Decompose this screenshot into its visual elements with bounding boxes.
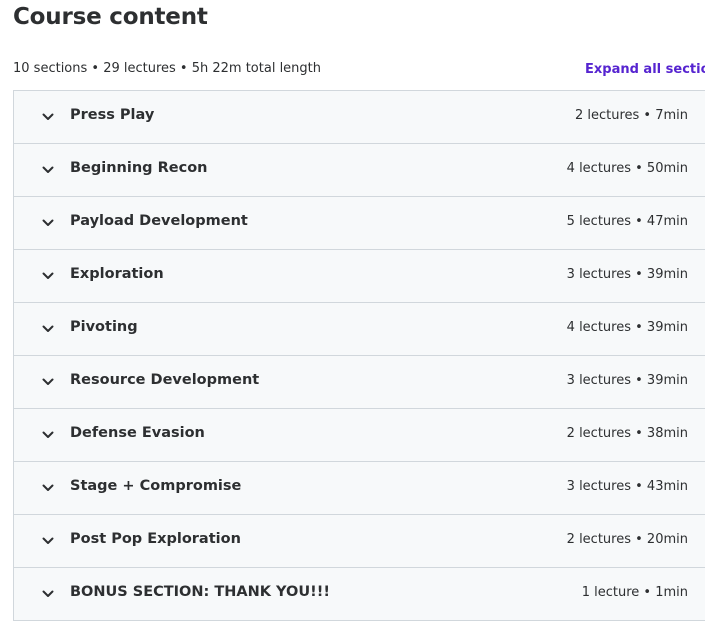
page-title: Course content (13, 4, 208, 30)
chevron-down-icon (42, 537, 54, 544)
chevron-down-icon (42, 378, 54, 385)
section-title: Post Pop Exploration (70, 531, 241, 547)
expand-all-sections-button[interactable]: Expand all section (585, 62, 705, 77)
section-title: Defense Evasion (70, 425, 205, 441)
section-title: Pivoting (70, 319, 138, 335)
chevron-down-icon (42, 113, 54, 120)
section-info: 3 lectures • 43min (566, 479, 688, 494)
chevron-down-icon (42, 325, 54, 332)
section-info: 4 lectures • 50min (566, 161, 688, 176)
chevron-down-icon (42, 431, 54, 438)
section-info: 4 lectures • 39min (566, 320, 688, 335)
section-title: Payload Development (70, 213, 248, 229)
section-defense-evasion[interactable]: Defense Evasion 2 lectures • 38min (13, 409, 705, 462)
section-resource-development[interactable]: Resource Development 3 lectures • 39min (13, 356, 705, 409)
section-payload-development[interactable]: Payload Development 5 lectures • 47min (13, 197, 705, 250)
section-info: 3 lectures • 39min (566, 267, 688, 282)
section-info: 5 lectures • 47min (566, 214, 688, 229)
chevron-down-icon (42, 590, 54, 597)
section-title: Beginning Recon (70, 160, 208, 176)
chevron-down-icon (42, 166, 54, 173)
section-info: 3 lectures • 39min (566, 373, 688, 388)
section-title: Stage + Compromise (70, 478, 242, 494)
section-title: BONUS SECTION: THANK YOU!!! (70, 584, 330, 600)
chevron-down-icon (42, 219, 54, 226)
section-title: Press Play (70, 107, 155, 123)
section-title: Exploration (70, 266, 164, 282)
section-title: Resource Development (70, 372, 260, 388)
section-info: 2 lectures • 20min (566, 532, 688, 547)
section-press-play[interactable]: Press Play 2 lectures • 7min (13, 91, 705, 144)
section-beginning-recon[interactable]: Beginning Recon 4 lectures • 50min (13, 144, 705, 197)
section-list: Press Play 2 lectures • 7min Beginning R… (13, 90, 705, 621)
chevron-down-icon (42, 484, 54, 491)
section-post-pop-exploration[interactable]: Post Pop Exploration 2 lectures • 20min (13, 515, 705, 568)
section-info: 2 lectures • 7min (574, 108, 688, 123)
section-exploration[interactable]: Exploration 3 lectures • 39min (13, 250, 705, 303)
section-info: 2 lectures • 38min (566, 426, 688, 441)
course-summary: 10 sections • 29 lectures • 5h 22m total… (13, 61, 322, 76)
section-info: 1 lecture • 1min (581, 585, 688, 600)
chevron-down-icon (42, 272, 54, 279)
section-stage-compromise[interactable]: Stage + Compromise 3 lectures • 43min (13, 462, 705, 515)
section-bonus[interactable]: BONUS SECTION: THANK YOU!!! 1 lecture • … (13, 568, 705, 621)
section-pivoting[interactable]: Pivoting 4 lectures • 39min (13, 303, 705, 356)
